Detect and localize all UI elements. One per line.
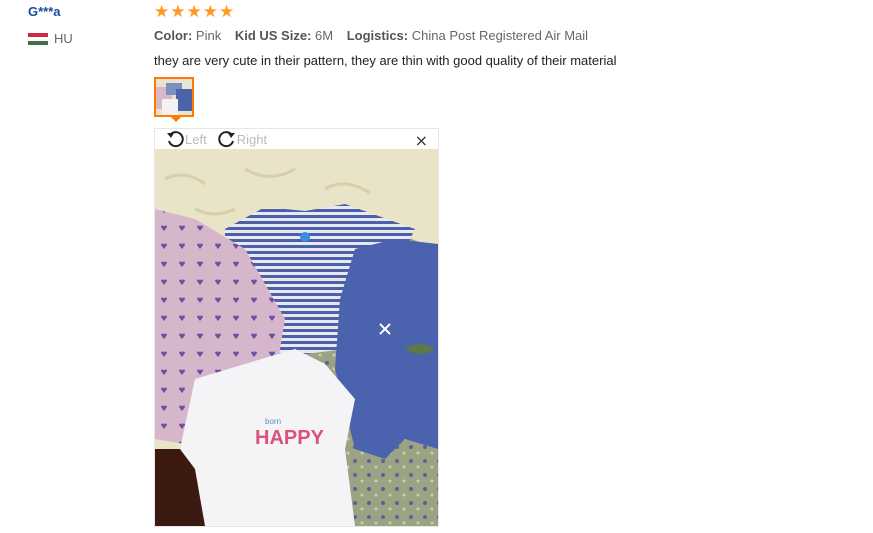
- star-icon: ★: [202, 1, 218, 22]
- attr-size-label: Kid US Size:: [234, 28, 312, 43]
- thumbnail-pointer: [171, 117, 181, 122]
- order-attributes: Color: Pink Kid US Size: 6M Logistics: C…: [154, 27, 854, 45]
- star-icon: ★: [186, 1, 202, 22]
- star-icon: ★: [219, 1, 235, 22]
- attr-logistics-value: China Post Registered Air Mail: [411, 28, 589, 43]
- rotate-right-icon: [217, 131, 235, 148]
- attr-logistics-label: Logistics:: [346, 28, 409, 43]
- attr-size-value: 6M: [315, 28, 334, 43]
- rotate-right-label: Right: [236, 131, 268, 147]
- country-code: HU: [54, 31, 73, 46]
- review-text: they are very cute in their pattern, the…: [154, 53, 617, 68]
- reviewer-name[interactable]: G***a: [28, 3, 73, 21]
- rotate-right-button[interactable]: Right: [217, 129, 267, 149]
- review-photo-thumbnail[interactable]: [154, 77, 194, 117]
- photo-born-text: born: [265, 417, 281, 426]
- rotate-left-label: Left: [185, 131, 207, 147]
- photo-viewer: Left Right × HAPPY born: [154, 128, 439, 527]
- hungary-flag-icon: [28, 32, 48, 45]
- star-icon: ★: [154, 1, 170, 22]
- viewer-toolbar: Left Right ×: [155, 129, 438, 150]
- review-photo: HAPPY born: [155, 149, 438, 526]
- photo-happy-text: HAPPY: [255, 427, 325, 449]
- baby-bodysuits-photo: HAPPY born: [155, 149, 438, 526]
- reviewer-country: HU: [28, 31, 73, 46]
- star-icon: ★: [170, 1, 186, 22]
- attr-color-value: Pink: [195, 28, 222, 43]
- review-body: ★ ★ ★ ★ ★ Color: Pink Kid US Size: 6M Lo…: [154, 3, 854, 70]
- rotate-left-icon: [167, 131, 184, 148]
- rotate-left-button[interactable]: Left: [165, 129, 207, 149]
- thumbnail-image: [156, 79, 192, 115]
- star-rating: ★ ★ ★ ★ ★: [154, 3, 854, 21]
- reviewer-info: G***a HU: [28, 3, 73, 46]
- close-icon[interactable]: ×: [415, 131, 428, 150]
- attr-color-label: Color:: [154, 28, 193, 43]
